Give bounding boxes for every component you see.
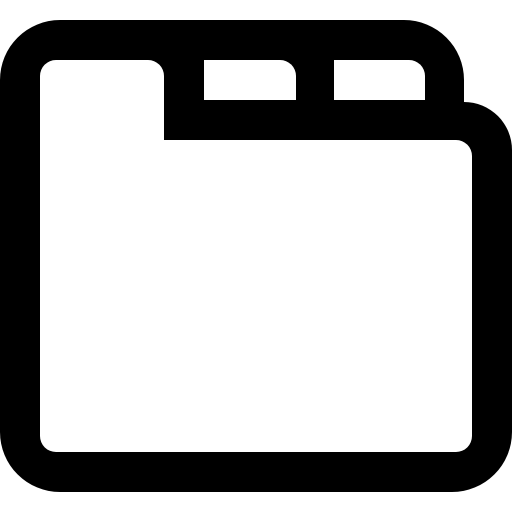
folder-tab-middle <box>204 60 296 100</box>
tabbed-folder-icon <box>0 20 512 492</box>
icon-canvas <box>0 0 512 512</box>
folder-tab-right <box>334 60 425 100</box>
